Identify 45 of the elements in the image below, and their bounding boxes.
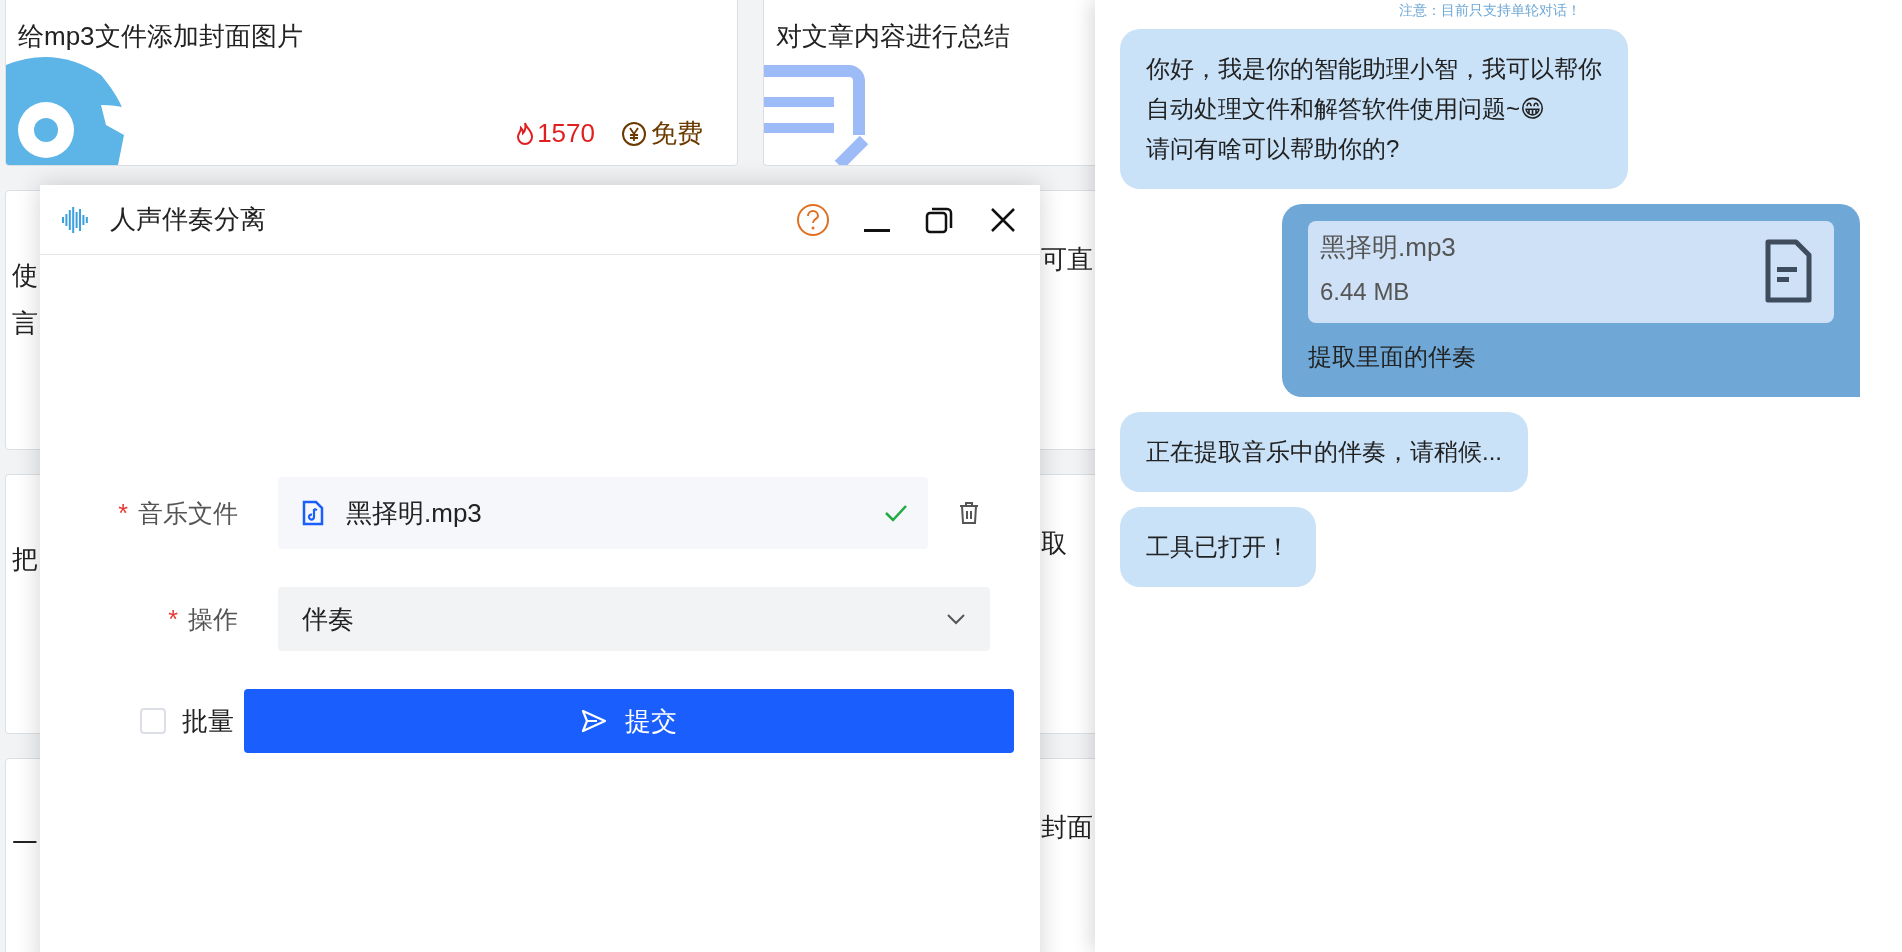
message-line: 提取里面的伴奏 — [1308, 342, 1477, 372]
required-mark: * — [118, 498, 128, 527]
operation-select[interactable]: 伴奏 — [278, 587, 990, 651]
file-attachment[interactable]: 黑择明.mp3 6.44 MB — [1308, 221, 1834, 323]
required-mark: * — [168, 604, 178, 633]
message-line: 工具已打开！ — [1146, 532, 1290, 562]
card-text: 取 — [1041, 527, 1068, 560]
send-icon — [581, 709, 607, 733]
card-text: 一 — [12, 827, 39, 860]
field-label: 操作 — [188, 604, 238, 633]
minimize-icon — [864, 229, 890, 232]
dialog-title: 人声伴奏分离 — [110, 203, 267, 236]
waveform-icon — [62, 206, 90, 233]
help-button[interactable] — [796, 202, 830, 237]
card-text: 把 — [12, 543, 39, 576]
tool-card[interactable]: 对文章内容进行总结 — [763, 0, 1095, 166]
tool-card-title: 对文章内容进行总结 — [776, 20, 1011, 53]
help-icon — [796, 202, 830, 237]
card-text: 封面 — [1041, 811, 1094, 844]
attachment-name: 黑择明.mp3 — [1320, 231, 1456, 264]
attachment-size: 6.44 MB — [1320, 277, 1411, 307]
chevron-down-icon — [946, 613, 966, 625]
flame-icon — [515, 121, 536, 146]
card-text: 使 — [12, 259, 39, 292]
delete-button[interactable] — [958, 501, 980, 525]
message-line: 你好，我是你的智能助理小智，我可以帮你 — [1146, 54, 1602, 84]
batch-label: 批量 — [182, 704, 234, 738]
submit-button[interactable]: 提交 — [244, 689, 1014, 753]
card-text: 言 — [12, 307, 39, 340]
trash-icon — [958, 501, 980, 525]
field-label: 音乐文件 — [138, 498, 238, 527]
hot-count: 1570 — [515, 118, 595, 149]
yen-coin-icon — [621, 120, 647, 147]
notice-text: 注意：目前只支持单轮对话！ — [1399, 1, 1581, 20]
tool-card-title: 给mp3文件添加封面图片 — [18, 20, 304, 53]
message-line: 正在提取音乐中的伴奏，请稍候... — [1146, 437, 1502, 467]
batch-checkbox[interactable] — [140, 708, 166, 734]
message-line: 自动处理文件和解答软件使用问题~😁 — [1146, 94, 1547, 124]
card-text: 可直 — [1041, 243, 1094, 276]
price-tag: 免费 — [621, 116, 703, 151]
file-name: 黑择明.mp3 — [346, 496, 483, 530]
file-upload-field[interactable]: 黑择明.mp3 — [278, 477, 928, 549]
music-file-icon — [302, 500, 324, 526]
tool-card[interactable]: 给mp3文件添加封面图片 1570 免费 — [5, 0, 738, 166]
message-line: 请问有啥可以帮助你的? — [1146, 134, 1401, 164]
